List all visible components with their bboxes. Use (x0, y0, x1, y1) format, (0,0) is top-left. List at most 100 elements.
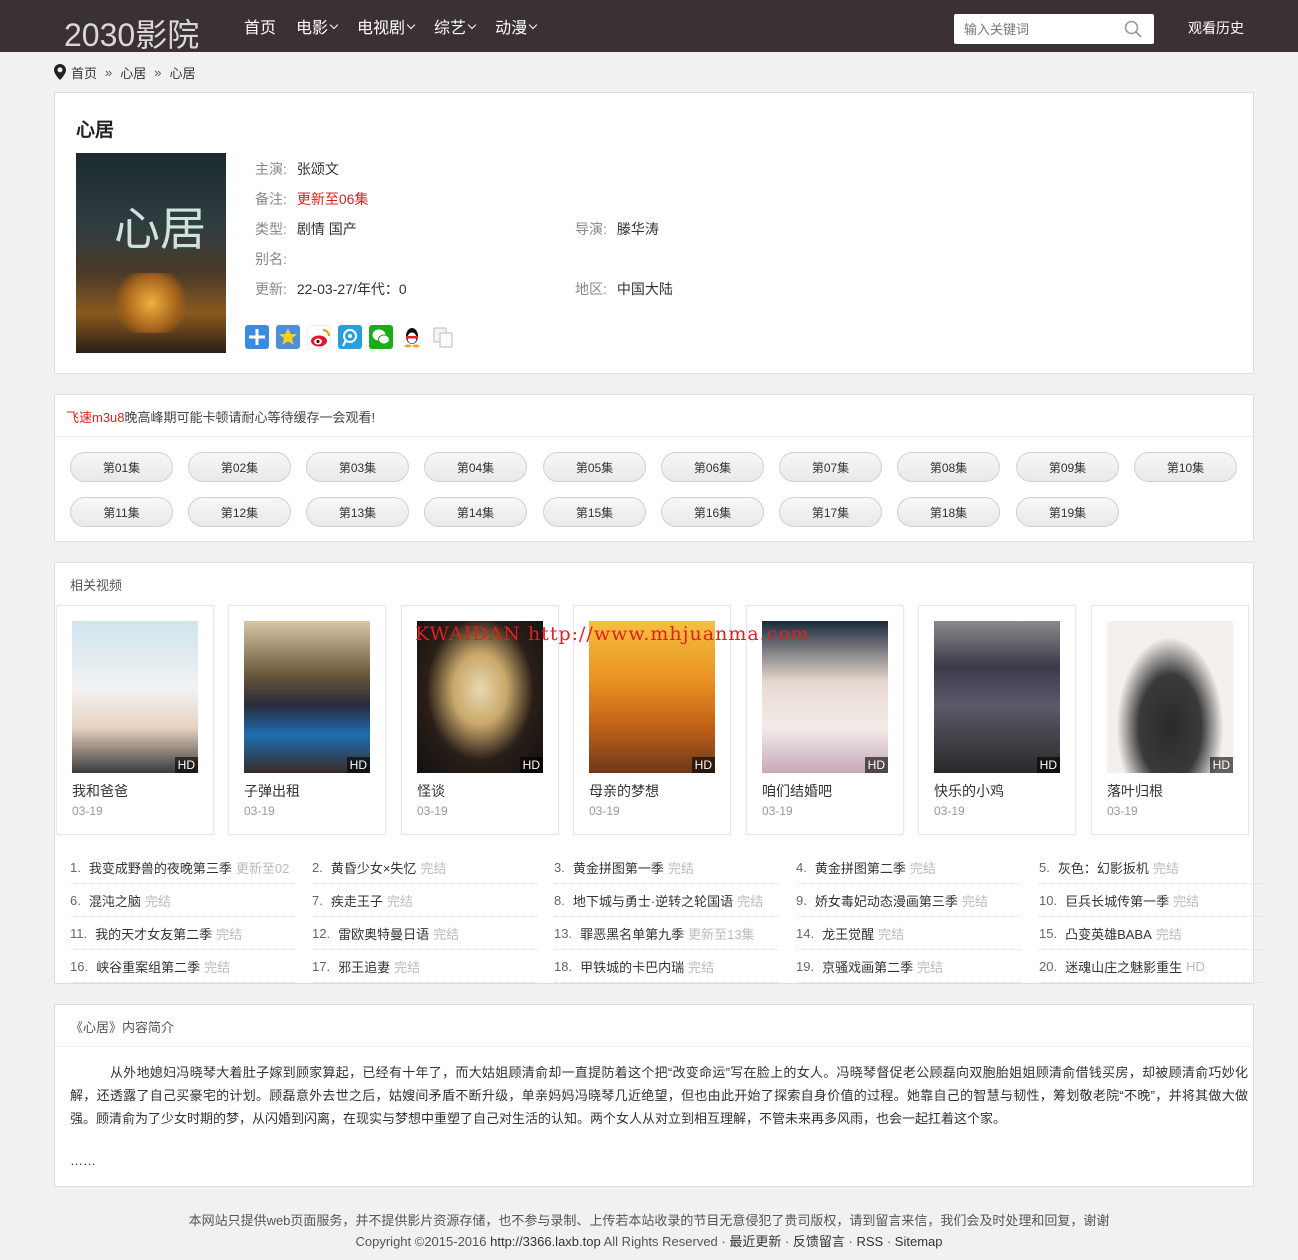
nav-variety[interactable]: 综艺 (434, 14, 477, 38)
ranking-title[interactable]: 疾走王子 (331, 891, 383, 910)
ranking-title[interactable]: 邪王追妻 (338, 957, 390, 976)
ranking-item[interactable]: 15. 凸变英雄BABA 完结 (1039, 918, 1264, 950)
copy-icon[interactable] (431, 325, 455, 349)
ranking-title[interactable]: 雷欧奥特曼日语 (338, 924, 429, 943)
ranking-item[interactable]: 3. 黄金拼图第一季 完结 (554, 852, 779, 884)
episode-button[interactable]: 第11集 (70, 497, 173, 527)
ranking-item[interactable]: 11. 我的天才女友第二季 完结 (70, 918, 295, 950)
ranking-title[interactable]: 黄金拼图第二季 (815, 858, 906, 877)
video-title[interactable]: 咱们结婚吧 (762, 781, 832, 801)
info-actor-value[interactable]: 张颂文 (297, 161, 339, 177)
episode-button[interactable]: 第06集 (661, 452, 764, 482)
ranking-item[interactable]: 14. 龙王觉醒 完结 (796, 918, 1021, 950)
rss-link[interactable]: RSS (857, 1234, 884, 1249)
ranking-item[interactable]: 10. 巨兵长城传第一季 完结 (1039, 885, 1264, 917)
video-card[interactable]: HD 子弹出租 03-19 (228, 605, 386, 835)
nav-anime[interactable]: 动漫 (495, 14, 538, 38)
feedback-link[interactable]: 反馈留言 (793, 1234, 845, 1249)
video-thumbnail[interactable]: HD (1107, 621, 1233, 773)
video-thumbnail[interactable]: HD (244, 621, 370, 773)
ranking-title[interactable]: 罪恶黑名单第九季 (580, 924, 684, 943)
info-region-value[interactable]: 中国大陆 (617, 281, 673, 297)
episode-button[interactable]: 第03集 (306, 452, 409, 482)
ranking-title[interactable]: 地下城与勇士·逆转之轮国语 (573, 891, 733, 910)
episode-button[interactable]: 第05集 (543, 452, 646, 482)
episode-button[interactable]: 第04集 (424, 452, 527, 482)
breadcrumb-category[interactable]: 心居 (120, 63, 146, 82)
episode-button[interactable]: 第16集 (661, 497, 764, 527)
episode-button[interactable]: 第08集 (897, 452, 1000, 482)
episode-button[interactable]: 第17集 (779, 497, 882, 527)
breadcrumb-home[interactable]: 首页 (71, 63, 97, 82)
episode-button[interactable]: 第19集 (1016, 497, 1119, 527)
ranking-title[interactable]: 迷魂山庄之魅影重生 (1065, 957, 1182, 976)
ranking-item[interactable]: 5. 灰色：幻影扳机 完结 (1039, 852, 1264, 884)
ranking-title[interactable]: 甲铁城的卡巴内瑞 (580, 957, 684, 976)
ranking-item[interactable]: 7. 疾走王子 完结 (312, 885, 537, 917)
tencent-weibo-icon[interactable] (338, 325, 362, 349)
video-card[interactable]: HD 落叶归根 03-19 (1091, 605, 1249, 835)
ranking-title[interactable]: 我的天才女友第二季 (95, 924, 212, 943)
ranking-title[interactable]: 龙王觉醒 (822, 924, 874, 943)
star-icon[interactable] (276, 325, 300, 349)
ranking-item[interactable]: 8. 地下城与勇士·逆转之轮国语 完结 (554, 885, 779, 917)
nav-tv[interactable]: 电视剧 (357, 14, 416, 38)
ranking-item[interactable]: 9. 娇女毒妃动态漫画第三季 完结 (796, 885, 1021, 917)
ranking-item[interactable]: 19. 京骚戏画第二季 完结 (796, 951, 1021, 983)
search-icon[interactable] (1124, 20, 1142, 38)
sitemap-link[interactable]: Sitemap (895, 1234, 943, 1249)
episode-button[interactable]: 第02集 (188, 452, 291, 482)
ranking-title[interactable]: 混沌之脑 (89, 891, 141, 910)
episode-button[interactable]: 第07集 (779, 452, 882, 482)
ranking-item[interactable]: 17. 邪王追妻 完结 (312, 951, 537, 983)
ranking-title[interactable]: 灰色：幻影扳机 (1058, 858, 1149, 877)
video-title[interactable]: 母亲的梦想 (589, 781, 659, 801)
wechat-icon[interactable] (369, 325, 393, 349)
search-input[interactable] (954, 14, 1114, 44)
video-title[interactable]: 子弹出租 (244, 781, 300, 801)
ranking-title[interactable]: 我变成野兽的夜晚第三季 (89, 858, 232, 877)
nav-movie[interactable]: 电影 (296, 14, 339, 38)
source-name[interactable]: 飞速m3u8 (66, 410, 125, 425)
ranking-title[interactable]: 京骚戏画第二季 (822, 957, 913, 976)
episode-button[interactable]: 第12集 (188, 497, 291, 527)
episode-button[interactable]: 第15集 (543, 497, 646, 527)
ranking-item[interactable]: 20. 迷魂山庄之魅影重生 HD (1039, 951, 1264, 983)
episode-button[interactable]: 第09集 (1016, 452, 1119, 482)
nav-home[interactable]: 首页 (244, 14, 276, 38)
ranking-item[interactable]: 2. 黄昏少女×失忆 完结 (312, 852, 537, 884)
episode-button[interactable]: 第14集 (424, 497, 527, 527)
video-title[interactable]: 快乐的小鸡 (934, 781, 1004, 801)
info-director-value[interactable]: 滕华涛 (617, 221, 659, 237)
ranking-item[interactable]: 16. 峡谷重案组第二季 完结 (70, 951, 295, 983)
ranking-item[interactable]: 1. 我变成野兽的夜晚第三季 更新至02 (70, 852, 295, 884)
ranking-item[interactable]: 4. 黄金拼图第二季 完结 (796, 852, 1021, 884)
ranking-item[interactable]: 12. 雷欧奥特曼日语 完结 (312, 918, 537, 950)
episode-button[interactable]: 第18集 (897, 497, 1000, 527)
qq-icon[interactable] (400, 325, 424, 349)
video-card[interactable]: HD 快乐的小鸡 03-19 (918, 605, 1076, 835)
watch-history-link[interactable]: 观看历史 (1188, 18, 1244, 38)
ranking-item[interactable]: 13. 罪恶黑名单第九季 更新至13集 (554, 918, 779, 950)
info-type-value[interactable]: 剧情 国产 (297, 221, 357, 237)
video-thumbnail[interactable]: HD (72, 621, 198, 773)
ranking-item[interactable]: 18. 甲铁城的卡巴内瑞 完结 (554, 951, 779, 983)
plus-icon[interactable] (245, 325, 269, 349)
video-title[interactable]: 怪谈 (417, 781, 445, 801)
video-title[interactable]: 我和爸爸 (72, 781, 128, 801)
ranking-title[interactable]: 娇女毒妃动态漫画第三季 (815, 891, 958, 910)
weibo-icon[interactable] (307, 325, 331, 349)
video-title[interactable]: 落叶归根 (1107, 781, 1163, 801)
ranking-title[interactable]: 巨兵长城传第一季 (1065, 891, 1169, 910)
episode-button[interactable]: 第13集 (306, 497, 409, 527)
ranking-title[interactable]: 黄昏少女×失忆 (331, 858, 417, 877)
ranking-title[interactable]: 凸变英雄BABA (1065, 924, 1152, 943)
ranking-title[interactable]: 峡谷重案组第二季 (96, 957, 200, 976)
site-url-link[interactable]: http://3366.laxb.top (490, 1234, 601, 1249)
video-thumbnail[interactable]: HD (934, 621, 1060, 773)
site-logo[interactable]: 2030影院 (64, 10, 199, 56)
ranking-title[interactable]: 黄金拼图第一季 (573, 858, 664, 877)
episode-button[interactable]: 第10集 (1134, 452, 1237, 482)
episode-button[interactable]: 第01集 (70, 452, 173, 482)
video-card[interactable]: HD 我和爸爸 03-19 (56, 605, 214, 835)
